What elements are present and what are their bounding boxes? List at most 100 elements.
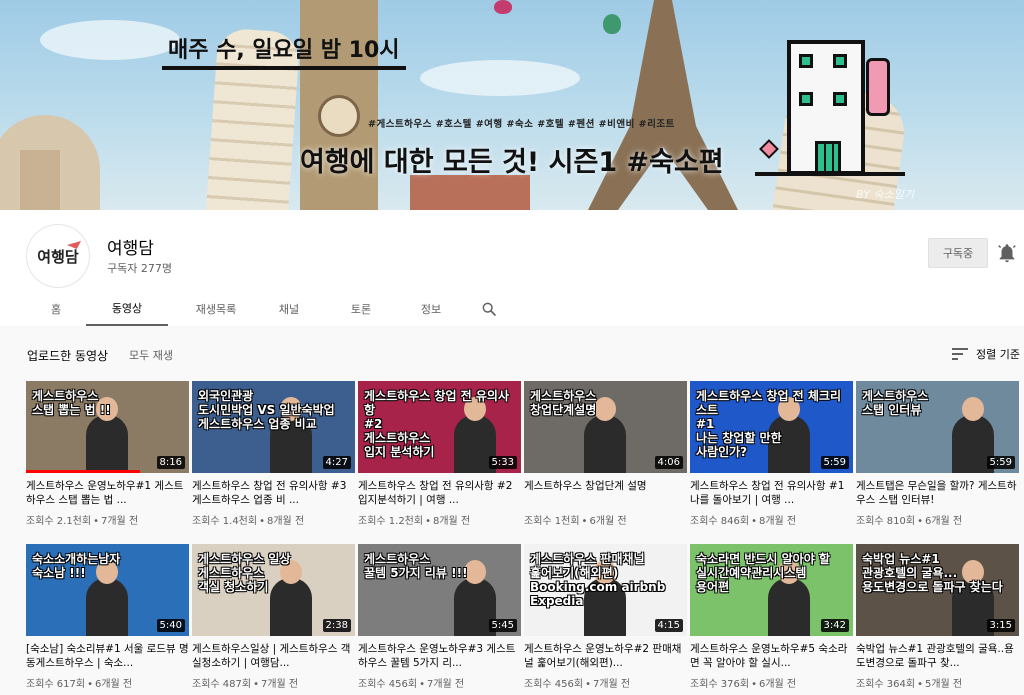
thumbnail-caption: 숙박업 뉴스#1 관광호텔의 굴욕... 용도변경으로 돌파구 찾는다 bbox=[862, 552, 1003, 594]
video-duration: 5:45 bbox=[488, 619, 517, 632]
videos-section: 업로드한 동영상 모두 재생 정렬 기준 게스트하우스 스탭 뽑는 법 !! 8:… bbox=[0, 326, 1024, 695]
channel-name[interactable]: 여행담 bbox=[107, 234, 154, 259]
video-card[interactable]: 게스트하우스 꿀템 5가지 리뷰 !!! 5:45 게스트하우스 운영노하우#3 게… bbox=[358, 544, 521, 690]
video-thumbnail[interactable]: 게스트하우스 창업 전 체크리스트 #1 나는 창업할 만한 사람인가? 5:59 bbox=[690, 381, 853, 473]
video-thumbnail[interactable]: 게스트하우스 스탭 인터뷰 5:59 bbox=[856, 381, 1019, 473]
view-count: 조회수 456회 bbox=[524, 679, 584, 690]
video-card[interactable]: 숙박업 뉴스#1 관광호텔의 굴욕... 용도변경으로 돌파구 찾는다 3:15 숙… bbox=[856, 544, 1019, 690]
video-meta: 조회수 456회 • 7개월 전 bbox=[358, 675, 521, 690]
tab-channels[interactable]: 채널 bbox=[264, 292, 314, 326]
play-all-button[interactable]: 모두 재생 bbox=[129, 347, 173, 363]
video-thumbnail[interactable]: 게스트하우스 꿀템 5가지 리뷰 !!! 5:45 bbox=[358, 544, 521, 636]
subscriber-count: 구독자 277명 bbox=[107, 262, 172, 275]
video-card[interactable]: 외국인관광 도시민박업 VS 일반숙박업 게스트하우스 업종 비교 4:27 게스트… bbox=[192, 381, 355, 527]
separator-dot: • bbox=[93, 516, 99, 527]
video-title[interactable]: 게스트하우스 창업 전 유의사항 #1 나를 돌아보기 | 여행 ... bbox=[690, 479, 853, 507]
tab-about[interactable]: 정보 bbox=[408, 292, 454, 326]
video-title[interactable]: [숙소남] 숙소리뷰#1 서울 로드뷰 명동게스트하우스 | 숙소... bbox=[26, 642, 189, 670]
video-title[interactable]: 게스트하우스 운영노하우#2 판매채널 훑어보기(해외편)... bbox=[524, 642, 687, 670]
tab-playlists[interactable]: 재생목록 bbox=[168, 292, 264, 326]
video-card[interactable]: 숙소소개하는남자 숙소남 !!! 5:40 [숙소남] 숙소리뷰#1 서울 로드뷰 … bbox=[26, 544, 189, 690]
tab-label: 재생목록 bbox=[195, 303, 237, 316]
video-title[interactable]: 게스트하우스 운영노하우#1 게스트하우스 스탭 뽑는 법 ... bbox=[26, 479, 189, 507]
upload-age: 5개월 전 bbox=[924, 679, 963, 690]
separator-dot: • bbox=[581, 516, 588, 527]
video-title[interactable]: 숙박업 뉴스#1 관광호텔의 굴욕..용도변경으로 돌파구 찾... bbox=[856, 642, 1019, 670]
upload-age: 7개월 전 bbox=[260, 679, 299, 690]
search-icon[interactable] bbox=[474, 292, 504, 326]
thumbnail-caption: 게스트하우스 창업 전 유의사항 #2 게스트하우스 입지 분석하기 bbox=[364, 389, 510, 459]
video-thumbnail[interactable]: 게스트하우스 창업 전 유의사항 #2 게스트하우스 입지 분석하기 5:33 bbox=[358, 381, 521, 473]
view-count: 조회수 617회 bbox=[26, 679, 86, 690]
video-card[interactable]: 게스트하우스 창업 전 유의사항 #2 게스트하우스 입지 분석하기 5:33 게스… bbox=[358, 381, 521, 527]
video-duration: 3:42 bbox=[820, 619, 849, 632]
separator-dot: • bbox=[751, 516, 757, 527]
channel-banner: 매주 수, 일요일 밤 10시 #게스트하우스 #호스텔 #여행 #숙소 #호텔… bbox=[0, 0, 1024, 210]
subscribe-button[interactable]: 구독중 bbox=[928, 238, 988, 268]
separator-dot: • bbox=[419, 679, 425, 690]
upload-age: 8개월 전 bbox=[267, 516, 305, 527]
thumbnail-caption: 게스트하우스 판매채널 훑어보기(해외편) Booking.com airbnb… bbox=[530, 552, 666, 608]
video-title[interactable]: 게스트탭은 무슨일을 할까? 게스트하우스 스탭 인터뷰! bbox=[856, 479, 1019, 507]
sort-label: 정렬 기준 bbox=[976, 348, 1020, 361]
tab-label: 홈 bbox=[50, 303, 62, 316]
video-title[interactable]: 게스트하우스 창업 전 유의사항 #3 게스트하우스 업종 비 ... bbox=[192, 479, 355, 507]
video-duration: 2:38 bbox=[322, 619, 351, 632]
video-thumbnail[interactable]: 숙소라면 반드시 알아야 할 실시간예약관리시스템 용어편 3:42 bbox=[690, 544, 853, 636]
video-duration: 5:59 bbox=[820, 456, 849, 469]
upload-age: 7개월 전 bbox=[592, 679, 631, 690]
tab-videos[interactable]: 동영상 bbox=[86, 292, 168, 326]
channel-header: 여행담 여행담 구독자 277명 구독중 홈 동영상 재생목록 채널 토론 정보 bbox=[0, 210, 1024, 326]
video-duration: 5:40 bbox=[156, 619, 185, 632]
balloon-icon bbox=[494, 0, 512, 14]
video-thumbnail[interactable]: 숙소소개하는남자 숙소남 !!! 5:40 bbox=[26, 544, 189, 636]
thumbnail-caption: 숙소라면 반드시 알아야 할 실시간예약관리시스템 용어편 bbox=[696, 552, 830, 594]
video-card[interactable]: 게스트하우스 판매채널 훑어보기(해외편) Booking.com airbnb… bbox=[524, 544, 687, 690]
tab-home[interactable]: 홈 bbox=[26, 292, 86, 326]
banner-headline: 여행에 대한 모든 것! 시즌1 #숙소편 bbox=[300, 147, 724, 178]
sort-button[interactable]: 정렬 기준 bbox=[952, 346, 1020, 362]
upload-age: 8개월 전 bbox=[758, 516, 797, 527]
view-count: 조회수 1.2천회 bbox=[358, 516, 424, 527]
banner-dome-base bbox=[20, 150, 60, 210]
video-meta: 조회수 376회 • 6개월 전 bbox=[690, 675, 853, 690]
separator-dot: • bbox=[751, 679, 757, 690]
video-duration: 5:59 bbox=[986, 456, 1015, 469]
tab-discussion[interactable]: 토론 bbox=[314, 292, 408, 326]
video-thumbnail[interactable]: 게스트하우스 일상 게스트하우스 객실 청소하기 2:38 bbox=[192, 544, 355, 636]
bell-icon[interactable] bbox=[996, 242, 1018, 264]
video-title[interactable]: 게스트하우스 창업 전 유의사항 #2 입지분석하기 | 여행 ... bbox=[358, 479, 521, 507]
video-title[interactable]: 게스트하우스 창업단계 설명 bbox=[524, 479, 687, 507]
thumbnail-caption: 게스트하우스 스탭 인터뷰 bbox=[862, 389, 929, 417]
video-card[interactable]: 게스트하우스 스탭 뽑는 법 !! 8:16 게스트하우스 운영노하우#1 게스트하… bbox=[26, 381, 189, 527]
view-count: 조회수 1.4천회 bbox=[192, 516, 258, 527]
hotel-sign-icon bbox=[866, 58, 890, 116]
video-card[interactable]: 게스트하우스 창업단계설명 4:06 게스트하우스 창업단계 설명 조회수 1천회 • 6… bbox=[524, 381, 687, 527]
upload-age: 6개월 전 bbox=[94, 679, 133, 690]
video-card[interactable]: 게스트하우스 창업 전 체크리스트 #1 나는 창업할 만한 사람인가? 5:59… bbox=[690, 381, 853, 527]
heart-icon bbox=[759, 139, 779, 159]
video-duration: 4:27 bbox=[322, 456, 351, 469]
video-thumbnail[interactable]: 게스트하우스 판매채널 훑어보기(해외편) Booking.com airbnb… bbox=[524, 544, 687, 636]
avatar[interactable]: 여행담 bbox=[26, 224, 90, 288]
person-figure bbox=[584, 415, 626, 473]
video-card[interactable]: 숙소라면 반드시 알아야 할 실시간예약관리시스템 용어편 3:42 게스트하우스 … bbox=[690, 544, 853, 690]
upload-age: 6개월 전 bbox=[589, 516, 627, 527]
video-title[interactable]: 게스트하우스일상 | 게스트하우스 객실청소하기 | 여행담... bbox=[192, 642, 355, 670]
video-title[interactable]: 게스트하우스 운영노하우#5 숙소라면 꼭 알아야 할 실시... bbox=[690, 642, 853, 670]
video-thumbnail[interactable]: 외국인관광 도시민박업 VS 일반숙박업 게스트하우스 업종 비교 4:27 bbox=[192, 381, 355, 473]
section-title: 업로드한 동영상 bbox=[27, 349, 109, 363]
view-count: 조회수 487회 bbox=[192, 679, 252, 690]
view-count: 조회수 810회 bbox=[856, 516, 916, 527]
video-thumbnail[interactable]: 숙박업 뉴스#1 관광호텔의 굴욕... 용도변경으로 돌파구 찾는다 3:15 bbox=[856, 544, 1019, 636]
video-title[interactable]: 게스트하우스 운영노하우#3 게스트하우스 꿀템 5가지 리... bbox=[358, 642, 521, 670]
video-card[interactable]: 게스트하우스 일상 게스트하우스 객실 청소하기 2:38 게스트하우스일상 | 게… bbox=[192, 544, 355, 690]
video-thumbnail[interactable]: 게스트하우스 스탭 뽑는 법 !! 8:16 bbox=[26, 381, 189, 473]
separator-dot: • bbox=[253, 679, 259, 690]
view-count: 조회수 846회 bbox=[690, 516, 750, 527]
video-thumbnail[interactable]: 게스트하우스 창업단계설명 4:06 bbox=[524, 381, 687, 473]
thumbnail-caption: 게스트하우스 창업단계설명 bbox=[530, 389, 597, 417]
video-card[interactable]: 게스트하우스 스탭 인터뷰 5:59 게스트탭은 무슨일을 할까? 게스트하우스 스… bbox=[856, 381, 1019, 527]
tab-label: 동영상 bbox=[111, 302, 143, 315]
video-meta: 조회수 1.2천회 • 8개월 전 bbox=[358, 512, 521, 527]
